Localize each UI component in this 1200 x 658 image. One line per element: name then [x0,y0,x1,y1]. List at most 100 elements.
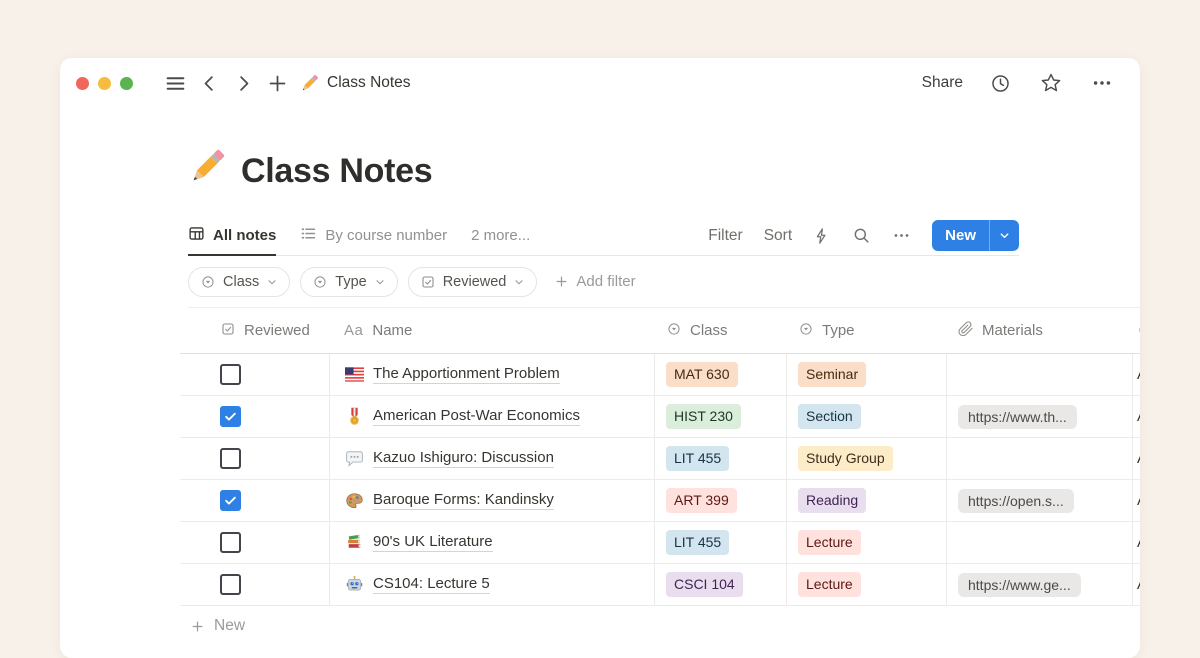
reviewed-checkbox[interactable] [220,532,241,553]
view-options-icon[interactable] [892,226,911,245]
table-row[interactable]: Baroque Forms: Kandinsky ART 399 Reading… [180,480,1140,522]
page-name-link[interactable]: American Post-War Economics [373,407,580,426]
column-header-reviewed[interactable]: Reviewed [180,308,330,353]
page-name-link[interactable]: The Apportionment Problem [373,365,560,384]
reviewed-checkbox[interactable] [220,448,241,469]
filter-chip-type[interactable]: Type [300,267,397,297]
table-row[interactable]: 90's UK Literature LIT 455 Lecture A [180,522,1140,564]
class-cell[interactable]: HIST 230 [655,396,787,437]
share-button[interactable]: Share [922,74,963,92]
reviewed-cell [180,354,330,395]
back-icon[interactable] [195,69,223,97]
views-bar: All notes By course number 2 more... Fil… [188,216,1019,256]
page-name-link[interactable]: Baroque Forms: Kandinsky [373,491,554,510]
new-row-label: New [214,617,245,635]
class-tag: LIT 455 [666,446,729,470]
minimize-window-button[interactable] [98,77,111,90]
column-header-materials[interactable]: Materials [947,308,1133,353]
materials-cell[interactable]: https://www.th... [947,396,1133,437]
reviewed-checkbox[interactable] [220,490,241,511]
name-cell[interactable]: The Apportionment Problem [330,354,655,395]
new-tab-icon[interactable] [263,69,291,97]
clipped-text: A [1137,492,1140,509]
sidebar-menu-icon[interactable] [161,69,189,97]
type-cell[interactable]: Reading [787,480,947,521]
column-header-clipped[interactable] [1133,308,1140,353]
new-button[interactable]: New [932,220,1019,251]
column-header-type[interactable]: Type [787,308,947,353]
more-options-icon[interactable] [1088,69,1116,97]
clipped-text: A [1137,534,1140,551]
tab-label: 2 more... [471,227,530,244]
column-label: Name [372,322,412,339]
clipped-cell: A [1133,522,1140,563]
reviewed-cell [180,564,330,605]
materials-cell[interactable]: https://open.s... [947,480,1133,521]
sort-button[interactable]: Sort [764,227,792,245]
type-cell[interactable]: Seminar [787,354,947,395]
paperclip-icon [958,321,974,341]
materials-cell[interactable] [947,438,1133,479]
select-property-icon [1137,322,1140,342]
name-cell[interactable]: 90's UK Literature [330,522,655,563]
type-cell[interactable]: Lecture [787,564,947,605]
page-name-link[interactable]: 90's UK Literature [373,533,493,552]
table-row[interactable]: The Apportionment Problem MAT 630 Semina… [180,354,1140,396]
chip-label: Type [335,274,366,290]
plus-icon [190,619,205,634]
column-header-name[interactable]: Aa Name [330,308,655,353]
filter-chip-class[interactable]: Class [188,267,290,297]
filter-button[interactable]: Filter [708,227,742,245]
clipped-cell: A [1133,354,1140,395]
forward-icon[interactable] [229,69,257,97]
new-button-label[interactable]: New [932,220,989,251]
class-cell[interactable]: LIT 455 [655,522,787,563]
table-row[interactable]: Kazuo Ishiguro: Discussion LIT 455 Study… [180,438,1140,480]
name-cell[interactable]: Baroque Forms: Kandinsky [330,480,655,521]
materials-cell[interactable] [947,354,1133,395]
search-icon[interactable] [852,226,871,245]
table-row[interactable]: American Post-War Economics HIST 230 Sec… [180,396,1140,438]
automation-lightning-icon[interactable] [813,227,831,245]
new-dropdown-icon[interactable] [989,220,1019,251]
page-name-link[interactable]: CS104: Lecture 5 [373,575,490,594]
favorite-star-icon[interactable] [1037,69,1065,97]
reviewed-checkbox[interactable] [220,364,241,385]
class-cell[interactable]: CSCI 104 [655,564,787,605]
tab-all-notes[interactable]: All notes [188,216,276,256]
materials-link[interactable]: https://www.ge... [958,573,1081,597]
name-cell[interactable]: American Post-War Economics [330,396,655,437]
breadcrumb[interactable]: Class Notes [299,73,411,93]
page-name-link[interactable]: Kazuo Ishiguro: Discussion [373,449,554,468]
tab-by-course-number[interactable]: By course number [300,216,447,255]
column-header-class[interactable]: Class [655,308,787,353]
close-window-button[interactable] [76,77,89,90]
reviewed-cell [180,522,330,563]
materials-link[interactable]: https://open.s... [958,489,1074,513]
reviewed-checkbox[interactable] [220,406,241,427]
name-cell[interactable]: Kazuo Ishiguro: Discussion [330,438,655,479]
clipped-cell: A [1133,396,1140,437]
table-row[interactable]: CS104: Lecture 5 CSCI 104 Lecture https:… [180,564,1140,606]
materials-cell[interactable]: https://www.ge... [947,564,1133,605]
type-cell[interactable]: Study Group [787,438,947,479]
new-row-button[interactable]: New [180,606,1140,646]
class-cell[interactable]: MAT 630 [655,354,787,395]
class-cell[interactable]: LIT 455 [655,438,787,479]
books-icon [344,533,364,553]
type-cell[interactable]: Lecture [787,522,947,563]
tab-more-views[interactable]: 2 more... [471,216,530,255]
clock-icon[interactable] [986,69,1014,97]
robot-icon [344,575,364,595]
materials-cell[interactable] [947,522,1133,563]
clipped-text: A [1137,408,1140,425]
class-cell[interactable]: ART 399 [655,480,787,521]
reviewed-checkbox[interactable] [220,574,241,595]
add-filter-button[interactable]: Add filter [554,273,635,290]
window-toolbar: Class Notes Share [60,58,1140,108]
materials-link[interactable]: https://www.th... [958,405,1077,429]
filter-chip-reviewed[interactable]: Reviewed [408,267,538,297]
zoom-window-button[interactable] [120,77,133,90]
type-cell[interactable]: Section [787,396,947,437]
name-cell[interactable]: CS104: Lecture 5 [330,564,655,605]
